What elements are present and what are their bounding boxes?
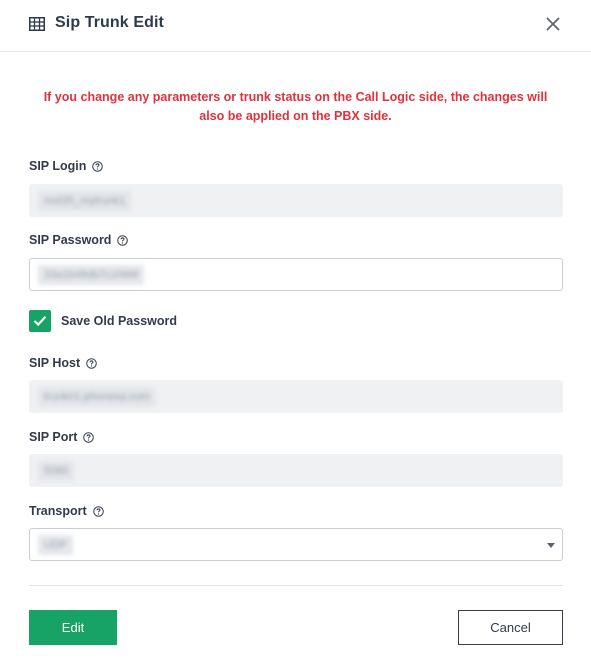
sip-host-value: trunk01.phonesa.com	[38, 387, 156, 407]
divider	[29, 585, 563, 586]
close-icon[interactable]	[544, 15, 562, 33]
help-icon[interactable]	[92, 160, 104, 172]
transport-select[interactable]: UDP	[29, 528, 563, 561]
table-icon	[29, 17, 45, 31]
check-icon	[33, 316, 47, 327]
sip-password-label: SIP Password	[29, 233, 129, 247]
help-icon[interactable]	[92, 505, 104, 517]
sip-host-label-text: SIP Host	[29, 356, 81, 370]
sip-port-label-text: SIP Port	[29, 430, 78, 444]
sip-trunk-edit-dialog: Sip Trunk Edit If you change any paramet…	[0, 0, 591, 665]
warning-message: If you change any parameters or trunk st…	[43, 90, 548, 123]
transport-label: Transport	[29, 504, 104, 518]
cancel-button[interactable]: Cancel	[458, 610, 563, 645]
sip-port-input: 5060	[29, 454, 563, 487]
sip-password-label-text: SIP Password	[29, 233, 112, 247]
sip-login-label-text: SIP Login	[29, 159, 87, 173]
sip-host-input: trunk01.phonesa.com	[29, 380, 563, 413]
sip-login-label: SIP Login	[29, 159, 104, 173]
edit-button[interactable]: Edit	[29, 610, 117, 645]
transport-label-text: Transport	[29, 504, 87, 518]
sip-host-label: SIP Host	[29, 356, 97, 370]
chevron-down-icon	[547, 543, 555, 548]
help-icon[interactable]	[117, 234, 129, 246]
transport-value: UDP	[38, 535, 74, 555]
sip-password-value: 33a1b48db7c1f468	[38, 265, 145, 285]
help-icon[interactable]	[86, 357, 97, 369]
sip-port-value: 5060	[38, 461, 75, 481]
sip-login-value: mol35_mytrunk1	[38, 191, 132, 211]
sip-password-input[interactable]: 33a1b48db7c1f468	[29, 258, 563, 291]
dialog-header: Sip Trunk Edit	[0, 0, 591, 52]
help-icon[interactable]	[83, 431, 95, 443]
dialog-title: Sip Trunk Edit	[55, 14, 164, 31]
sip-login-input: mol35_mytrunk1	[29, 184, 563, 217]
sip-port-label: SIP Port	[29, 430, 95, 444]
save-old-password-checkbox[interactable]	[29, 310, 51, 332]
save-old-password-label[interactable]: Save Old Password	[61, 314, 177, 328]
